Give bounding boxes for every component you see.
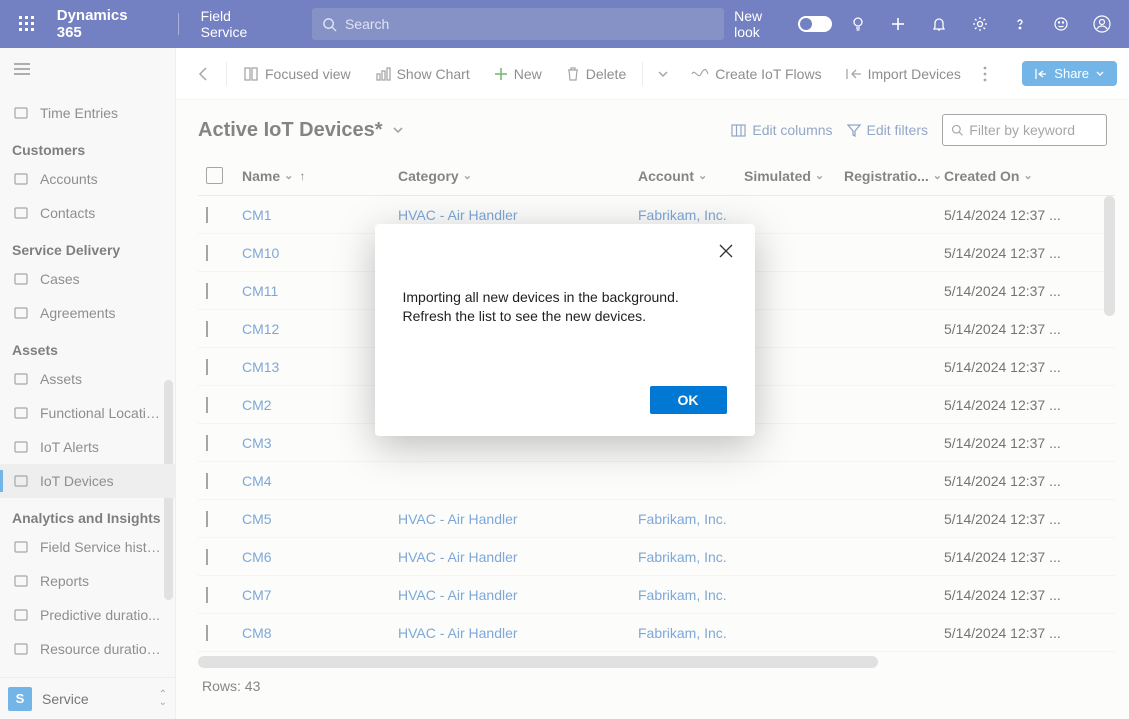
close-button[interactable] [719,244,733,258]
ok-button[interactable]: OK [650,386,727,414]
import-dialog: Importing all new devices in the backgro… [375,224,755,436]
dialog-message: Importing all new devices in the backgro… [403,252,727,386]
close-icon [719,244,733,258]
modal-overlay: Importing all new devices in the backgro… [0,0,1129,719]
